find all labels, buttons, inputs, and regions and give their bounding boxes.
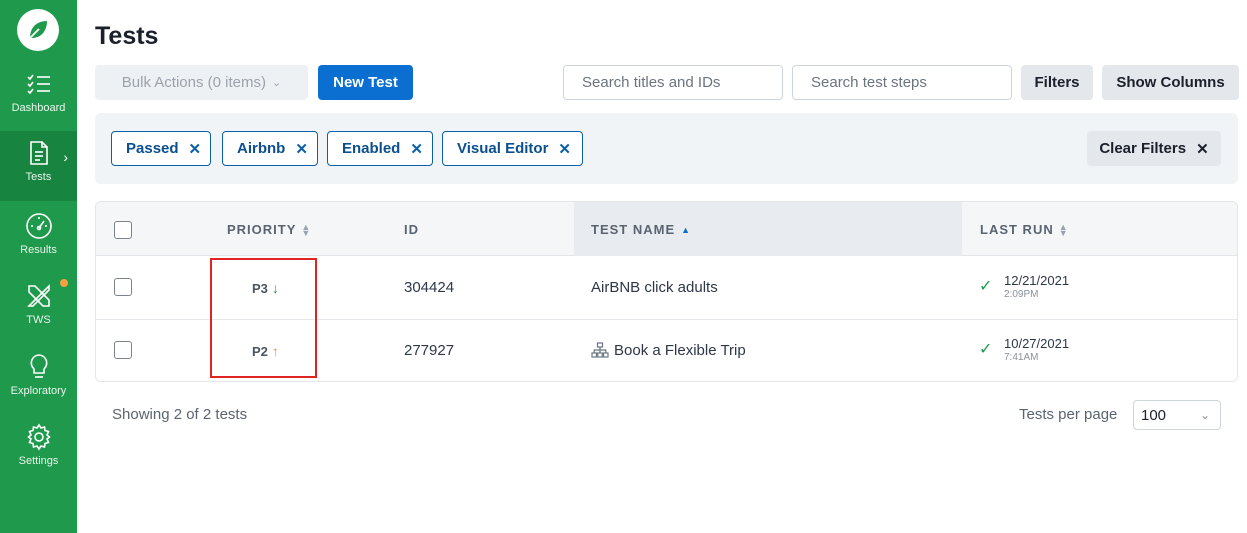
close-icon[interactable]: ✕ (558, 140, 571, 158)
sidebar-item-tws[interactable]: TWS (0, 278, 77, 346)
app-root: Dashboard Tests › Results TWS Explorator… (0, 0, 1247, 533)
column-header-priority[interactable]: PRIORITY ▲ ▼ (227, 222, 311, 237)
test-id: 304424 (404, 279, 455, 296)
clear-filters-button[interactable]: Clear Filters ✕ (1087, 131, 1221, 166)
filter-chip-label: Visual Editor (457, 140, 549, 157)
show-columns-button[interactable]: Show Columns (1102, 65, 1239, 100)
last-run-date: 12/21/2021 (1004, 273, 1070, 288)
filter-chip-label: Airbnb (237, 140, 286, 157)
lightbulb-icon (25, 353, 53, 381)
checklist-icon (25, 70, 53, 98)
column-header-id[interactable]: ID (404, 222, 419, 237)
sidebar-item-tests[interactable]: Tests › (0, 131, 77, 201)
tools-icon (25, 282, 53, 310)
showing-count: Showing 2 of 2 tests (112, 406, 248, 423)
filter-chip-passed[interactable]: Passed ✕ (111, 131, 211, 166)
filter-chip-enabled[interactable]: Enabled ✕ (327, 131, 433, 166)
page-title: Tests (95, 22, 159, 50)
filter-chip-airbnb[interactable]: Airbnb ✕ (222, 131, 318, 166)
sidebar-item-exploratory[interactable]: Exploratory (0, 349, 77, 417)
per-page-label: Tests per page (1019, 406, 1118, 423)
sidebar-item-label: Dashboard (11, 102, 66, 114)
clear-filters-label: Clear Filters (1099, 140, 1187, 157)
sidebar-item-settings[interactable]: Settings (0, 419, 77, 487)
column-header-label: TEST NAME (591, 222, 676, 237)
gear-icon (25, 423, 53, 451)
logo-icon[interactable] (17, 9, 59, 51)
close-icon[interactable]: ✕ (410, 140, 423, 158)
chevron-down-icon: ⌄ (1199, 408, 1210, 422)
new-test-button[interactable]: New Test (318, 65, 413, 100)
filters-button[interactable]: Filters (1021, 65, 1093, 100)
test-name-link[interactable]: AirBNB click adults (591, 279, 718, 296)
filter-chip-label: Passed (126, 140, 179, 157)
notification-dot (60, 279, 68, 287)
sidebar-item-label: Exploratory (10, 385, 67, 397)
close-icon: ✕ (1196, 140, 1209, 158)
sort-ascending-icon: ▲ (681, 224, 692, 235)
close-icon[interactable]: ✕ (295, 140, 308, 158)
document-icon (25, 139, 53, 167)
column-header-test-name[interactable]: TEST NAME ▲ (591, 222, 691, 237)
test-name-link[interactable]: Book a Flexible Trip (614, 342, 746, 359)
sidebar: Dashboard Tests › Results TWS Explorator… (0, 0, 77, 533)
filter-chip-label: Enabled (342, 140, 401, 157)
active-filters-bar: Passed ✕ Airbnb ✕ Enabled ✕ Visual Edito… (95, 113, 1238, 184)
column-header-label: ID (404, 222, 419, 237)
per-page-select[interactable]: 100 ⌄ (1133, 400, 1221, 430)
last-run-date: 10/27/2021 (1004, 336, 1070, 351)
sort-icon: ▲ ▼ (1058, 221, 1069, 238)
passed-check-icon: ✓ (979, 278, 993, 295)
sidebar-item-dashboard[interactable]: Dashboard (0, 66, 77, 134)
passed-check-icon: ✓ (979, 341, 993, 358)
column-header-label: PRIORITY (227, 222, 297, 237)
sidebar-item-label: Results (20, 244, 57, 256)
select-all-checkbox[interactable] (114, 221, 132, 239)
priority-highlight-box (210, 258, 317, 378)
row-checkbox[interactable] (114, 341, 132, 359)
last-run-time: 2:09PM (1004, 289, 1039, 300)
test-id: 277927 (404, 342, 455, 359)
search-steps-input[interactable] (792, 65, 1012, 100)
search-titles-input[interactable] (563, 65, 783, 100)
sitemap-icon (591, 342, 609, 363)
gauge-icon (25, 212, 53, 240)
per-page-value: 100 (1141, 406, 1167, 424)
sidebar-item-label: TWS (26, 314, 51, 326)
column-header-last-run[interactable]: LAST RUN ▲ ▼ (980, 222, 1069, 237)
chevron-right-icon: › (63, 149, 68, 165)
bulk-actions-button[interactable]: Bulk Actions (0 items) ⌄ (95, 65, 308, 100)
bulk-actions-label: Bulk Actions (0 items) (121, 74, 266, 91)
close-icon[interactable]: ✕ (189, 140, 202, 158)
sidebar-item-results[interactable]: Results (0, 208, 77, 276)
sidebar-item-label: Tests (25, 171, 52, 183)
filter-chip-visual-editor[interactable]: Visual Editor ✕ (442, 131, 583, 166)
last-run-time: 7:41AM (1004, 352, 1039, 363)
column-header-label: LAST RUN (980, 222, 1054, 237)
sort-icon: ▲ ▼ (301, 221, 312, 238)
row-checkbox[interactable] (114, 278, 132, 296)
sidebar-item-label: Settings (18, 455, 59, 467)
table-header: PRIORITY ▲ ▼ ID TEST NAME ▲ LAST RUN ▲ ▼ (96, 202, 1237, 256)
chevron-down-icon: ⌄ (272, 77, 282, 89)
